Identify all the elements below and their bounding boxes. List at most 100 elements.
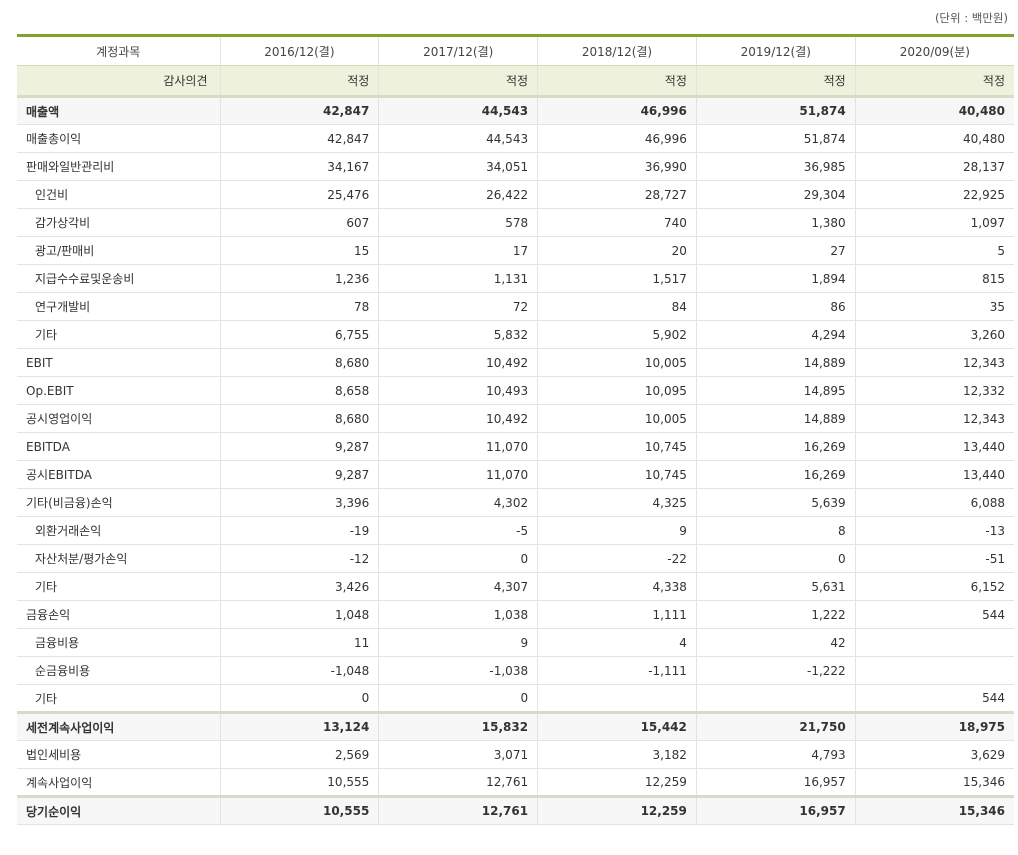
row-label: 금융손익 bbox=[17, 600, 221, 629]
table-header: 계정과목 2016/12(결) 2017/12(결) 2018/12(결) 20… bbox=[17, 35, 1014, 66]
row-value: 544 bbox=[855, 600, 1014, 629]
row-value: 34,167 bbox=[220, 152, 380, 181]
row-label: 기타 bbox=[17, 572, 221, 601]
row-value: 9 bbox=[537, 516, 697, 545]
row-value: 8,658 bbox=[220, 376, 380, 405]
row-value: 35 bbox=[855, 292, 1014, 321]
row-label: 판매와일반관리비 bbox=[17, 152, 221, 181]
row-value: -1,111 bbox=[537, 656, 697, 685]
row-value: 51,874 bbox=[696, 96, 856, 125]
row-label: 연구개발비 bbox=[17, 292, 221, 321]
row-value: -19 bbox=[220, 516, 380, 545]
row-value: 22,925 bbox=[855, 180, 1014, 209]
header-period: 2017/12(결) bbox=[378, 35, 539, 66]
row-value: 12,343 bbox=[855, 348, 1014, 377]
row-value: 1,097 bbox=[855, 208, 1014, 237]
row-value: 4,325 bbox=[537, 488, 697, 517]
row-value: -51 bbox=[855, 544, 1014, 573]
row-value: 1,894 bbox=[696, 264, 856, 293]
row-value: 44,543 bbox=[378, 96, 539, 125]
income-statement-table: 계정과목 2016/12(결) 2017/12(결) 2018/12(결) 20… bbox=[17, 34, 1014, 825]
table-row: 순금융비용 -1,048 -1,038 -1,111 -1,222 bbox=[17, 656, 1014, 685]
row-value: 29,304 bbox=[696, 180, 856, 209]
row-value: 15,832 bbox=[378, 711, 539, 741]
row-value: 13,440 bbox=[855, 460, 1014, 489]
row-value: 44,543 bbox=[378, 124, 539, 153]
row-label: 감가상각비 bbox=[17, 208, 221, 237]
row-value: 5,832 bbox=[378, 320, 539, 349]
row-label: Op.EBIT bbox=[17, 376, 221, 405]
row-value: 10,095 bbox=[537, 376, 697, 405]
row-value: 28,727 bbox=[537, 180, 697, 209]
row-value: 26,422 bbox=[378, 180, 539, 209]
row-value: 46,996 bbox=[537, 124, 697, 153]
audit-opinion-value: 적정 bbox=[220, 65, 380, 98]
row-value: 4,307 bbox=[378, 572, 539, 601]
row-value: 16,269 bbox=[696, 460, 856, 489]
row-label: 계속사업이익 bbox=[17, 768, 221, 797]
row-value: 1,222 bbox=[696, 600, 856, 629]
table-row: 감가상각비 607 578 740 1,380 1,097 bbox=[17, 208, 1014, 237]
row-value: 11 bbox=[220, 628, 380, 657]
row-value: 5,639 bbox=[696, 488, 856, 517]
row-label: EBIT bbox=[17, 348, 221, 377]
row-value: 51,874 bbox=[696, 124, 856, 153]
table-row: 법인세비용 2,569 3,071 3,182 4,793 3,629 bbox=[17, 740, 1014, 769]
row-value: 1,380 bbox=[696, 208, 856, 237]
row-label: 외환거래손익 bbox=[17, 516, 221, 545]
row-value: 607 bbox=[220, 208, 380, 237]
row-value: 9,287 bbox=[220, 432, 380, 461]
row-label: 기타(비금융)손익 bbox=[17, 488, 221, 517]
row-value: 4,302 bbox=[378, 488, 539, 517]
row-value: 3,071 bbox=[378, 740, 539, 769]
row-label: 기타 bbox=[17, 684, 221, 713]
audit-opinion-value: 적정 bbox=[855, 65, 1014, 98]
row-value: 9 bbox=[378, 628, 539, 657]
row-value: 25,476 bbox=[220, 180, 380, 209]
header-period: 2018/12(결) bbox=[537, 35, 697, 66]
row-value: 9,287 bbox=[220, 460, 380, 489]
table-row: 기타 6,755 5,832 5,902 4,294 3,260 bbox=[17, 320, 1014, 349]
row-value: 3,426 bbox=[220, 572, 380, 601]
table-row: 외환거래손익 -19 -5 9 8 -13 bbox=[17, 516, 1014, 545]
row-value: 3,396 bbox=[220, 488, 380, 517]
row-value: -1,038 bbox=[378, 656, 539, 685]
row-value: 27 bbox=[696, 236, 856, 265]
row-value: 1,131 bbox=[378, 264, 539, 293]
table-row: 광고/판매비 15 17 20 27 5 bbox=[17, 236, 1014, 265]
row-value: 12,259 bbox=[537, 795, 697, 825]
table-row: 세전계속사업이익 13,124 15,832 15,442 21,750 18,975 bbox=[17, 711, 1014, 741]
audit-opinion-value: 적정 bbox=[378, 65, 539, 98]
unit-label: (단위 : 백만원) bbox=[934, 11, 1008, 25]
table-row: 금융손익 1,048 1,038 1,111 1,222 544 bbox=[17, 600, 1014, 629]
row-value: 1,038 bbox=[378, 600, 539, 629]
row-label: 법인세비용 bbox=[17, 740, 221, 769]
table-row: 지급수수료및운송비 1,236 1,131 1,517 1,894 815 bbox=[17, 264, 1014, 293]
row-value: 2,569 bbox=[220, 740, 380, 769]
row-value: -22 bbox=[537, 544, 697, 573]
row-value: 12,761 bbox=[378, 795, 539, 825]
row-value: 86 bbox=[696, 292, 856, 321]
table-row: 판매와일반관리비 34,167 34,051 36,990 36,985 28,137 bbox=[17, 152, 1014, 181]
row-value: 0 bbox=[378, 684, 539, 713]
row-value: 15,442 bbox=[537, 711, 697, 741]
row-value: 42,847 bbox=[220, 124, 380, 153]
table-row: 금융비용 11 9 4 42 bbox=[17, 628, 1014, 657]
header-period: 2020/09(분) bbox=[855, 35, 1014, 66]
row-value: 20 bbox=[537, 236, 697, 265]
table-row: EBITDA 9,287 11,070 10,745 16,269 13,440 bbox=[17, 432, 1014, 461]
table-row: 기타 3,426 4,307 4,338 5,631 6,152 bbox=[17, 572, 1014, 601]
row-value: 16,269 bbox=[696, 432, 856, 461]
row-value: 3,182 bbox=[537, 740, 697, 769]
row-value: 10,745 bbox=[537, 432, 697, 461]
row-value: -5 bbox=[378, 516, 539, 545]
row-label: 금융비용 bbox=[17, 628, 221, 657]
row-value: 18,975 bbox=[855, 711, 1014, 741]
row-label: 세전계속사업이익 bbox=[17, 711, 221, 741]
table-row: 연구개발비 78 72 84 86 35 bbox=[17, 292, 1014, 321]
row-value: 15,346 bbox=[855, 768, 1014, 797]
table-row: EBIT 8,680 10,492 10,005 14,889 12,343 bbox=[17, 348, 1014, 377]
row-value: 8 bbox=[696, 516, 856, 545]
audit-opinion-value: 적정 bbox=[537, 65, 697, 98]
row-value: 84 bbox=[537, 292, 697, 321]
